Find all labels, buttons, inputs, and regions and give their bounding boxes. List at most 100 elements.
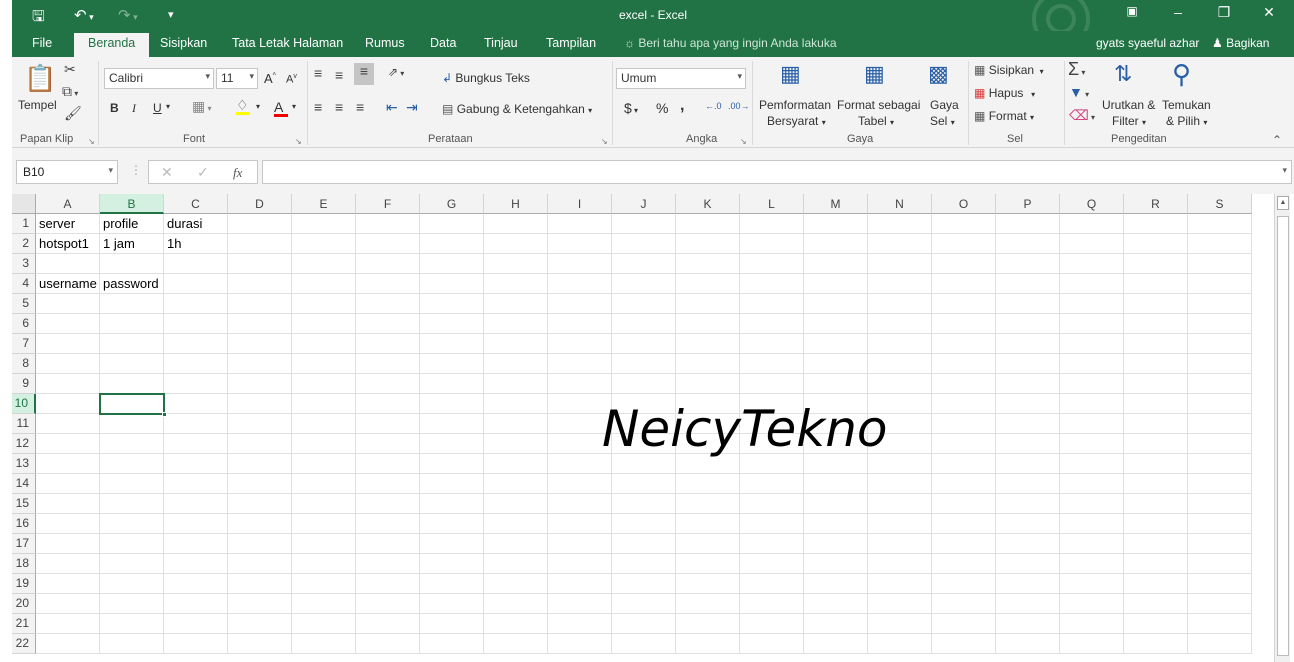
cell-k14[interactable] — [676, 474, 740, 494]
cell-n20[interactable] — [868, 594, 932, 614]
cell-e21[interactable] — [292, 614, 356, 634]
cell-a5[interactable] — [36, 294, 100, 314]
cell-k3[interactable] — [676, 254, 740, 274]
cell-s2[interactable] — [1188, 234, 1252, 254]
cell-c17[interactable] — [164, 534, 228, 554]
cell-q3[interactable] — [1060, 254, 1124, 274]
format-painter-icon[interactable]: 🖌 — [64, 105, 82, 122]
cell-n2[interactable] — [868, 234, 932, 254]
cell-d21[interactable] — [228, 614, 292, 634]
cell-m1[interactable] — [804, 214, 868, 234]
cell-i16[interactable] — [548, 514, 612, 534]
select-all-corner[interactable] — [12, 194, 36, 214]
cell-j9[interactable] — [612, 374, 676, 394]
cell-d1[interactable] — [228, 214, 292, 234]
cell-q11[interactable] — [1060, 414, 1124, 434]
cell-b9[interactable] — [100, 374, 164, 394]
cell-p8[interactable] — [996, 354, 1060, 374]
ribbon-display-options-icon[interactable]: ▣ — [1112, 4, 1152, 18]
cell-b2[interactable]: 1 jam — [100, 234, 164, 254]
cell-d17[interactable] — [228, 534, 292, 554]
cell-j4[interactable] — [612, 274, 676, 294]
row-header-9[interactable]: 9 — [12, 374, 36, 394]
cell-p18[interactable] — [996, 554, 1060, 574]
close-button[interactable]: ✕ — [1249, 4, 1289, 21]
cell-f12[interactable] — [356, 434, 420, 454]
column-header-i[interactable]: I — [548, 194, 612, 214]
tab-tinjau[interactable]: Tinjau — [484, 36, 518, 50]
cell-b3[interactable] — [100, 254, 164, 274]
cell-i4[interactable] — [548, 274, 612, 294]
cell-d22[interactable] — [228, 634, 292, 654]
cell-c14[interactable] — [164, 474, 228, 494]
cell-q9[interactable] — [1060, 374, 1124, 394]
cell-e12[interactable] — [292, 434, 356, 454]
cell-q5[interactable] — [1060, 294, 1124, 314]
expand-formula-bar-icon[interactable]: ▾ — [1282, 165, 1287, 176]
cell-q2[interactable] — [1060, 234, 1124, 254]
cell-m18[interactable] — [804, 554, 868, 574]
cell-m4[interactable] — [804, 274, 868, 294]
cell-r7[interactable] — [1124, 334, 1188, 354]
cell-k5[interactable] — [676, 294, 740, 314]
row-header-16[interactable]: 16 — [12, 514, 36, 534]
cell-i17[interactable] — [548, 534, 612, 554]
cell-a21[interactable] — [36, 614, 100, 634]
cell-s17[interactable] — [1188, 534, 1252, 554]
cell-e13[interactable] — [292, 454, 356, 474]
cell-i19[interactable] — [548, 574, 612, 594]
cell-r19[interactable] — [1124, 574, 1188, 594]
cell-a13[interactable] — [36, 454, 100, 474]
cell-a15[interactable] — [36, 494, 100, 514]
cell-n19[interactable] — [868, 574, 932, 594]
cell-e2[interactable] — [292, 234, 356, 254]
cell-d16[interactable] — [228, 514, 292, 534]
cell-h6[interactable] — [484, 314, 548, 334]
cell-o19[interactable] — [932, 574, 996, 594]
cell-p17[interactable] — [996, 534, 1060, 554]
column-header-d[interactable]: D — [228, 194, 292, 214]
cell-r5[interactable] — [1124, 294, 1188, 314]
formula-input[interactable]: ▾ — [262, 160, 1292, 184]
cell-o7[interactable] — [932, 334, 996, 354]
cell-n16[interactable] — [868, 514, 932, 534]
cell-e18[interactable] — [292, 554, 356, 574]
row-header-5[interactable]: 5 — [12, 294, 36, 314]
cell-n14[interactable] — [868, 474, 932, 494]
row-header-12[interactable]: 12 — [12, 434, 36, 454]
cell-o4[interactable] — [932, 274, 996, 294]
cell-r14[interactable] — [1124, 474, 1188, 494]
bold-button[interactable]: B — [110, 101, 119, 115]
cell-f15[interactable] — [356, 494, 420, 514]
cell-h13[interactable] — [484, 454, 548, 474]
cell-n1[interactable] — [868, 214, 932, 234]
cell-a6[interactable] — [36, 314, 100, 334]
row-header-10[interactable]: 10 — [12, 394, 36, 414]
align-left-icon[interactable]: ≡ — [314, 99, 322, 115]
cell-d19[interactable] — [228, 574, 292, 594]
cell-q1[interactable] — [1060, 214, 1124, 234]
row-header-19[interactable]: 19 — [12, 574, 36, 594]
cell-q19[interactable] — [1060, 574, 1124, 594]
row-header-3[interactable]: 3 — [12, 254, 36, 274]
fill-color-icon[interactable]: ♢ — [236, 97, 250, 115]
cell-k7[interactable] — [676, 334, 740, 354]
cell-g8[interactable] — [420, 354, 484, 374]
cell-m7[interactable] — [804, 334, 868, 354]
cell-o9[interactable] — [932, 374, 996, 394]
cell-n17[interactable] — [868, 534, 932, 554]
cell-o18[interactable] — [932, 554, 996, 574]
cell-k8[interactable] — [676, 354, 740, 374]
cell-h18[interactable] — [484, 554, 548, 574]
cell-m19[interactable] — [804, 574, 868, 594]
cell-c21[interactable] — [164, 614, 228, 634]
cell-p14[interactable] — [996, 474, 1060, 494]
cell-d8[interactable] — [228, 354, 292, 374]
cell-h21[interactable] — [484, 614, 548, 634]
cell-f5[interactable] — [356, 294, 420, 314]
cell-n9[interactable] — [868, 374, 932, 394]
cell-j3[interactable] — [612, 254, 676, 274]
cell-m5[interactable] — [804, 294, 868, 314]
cell-f6[interactable] — [356, 314, 420, 334]
cell-b14[interactable] — [100, 474, 164, 494]
